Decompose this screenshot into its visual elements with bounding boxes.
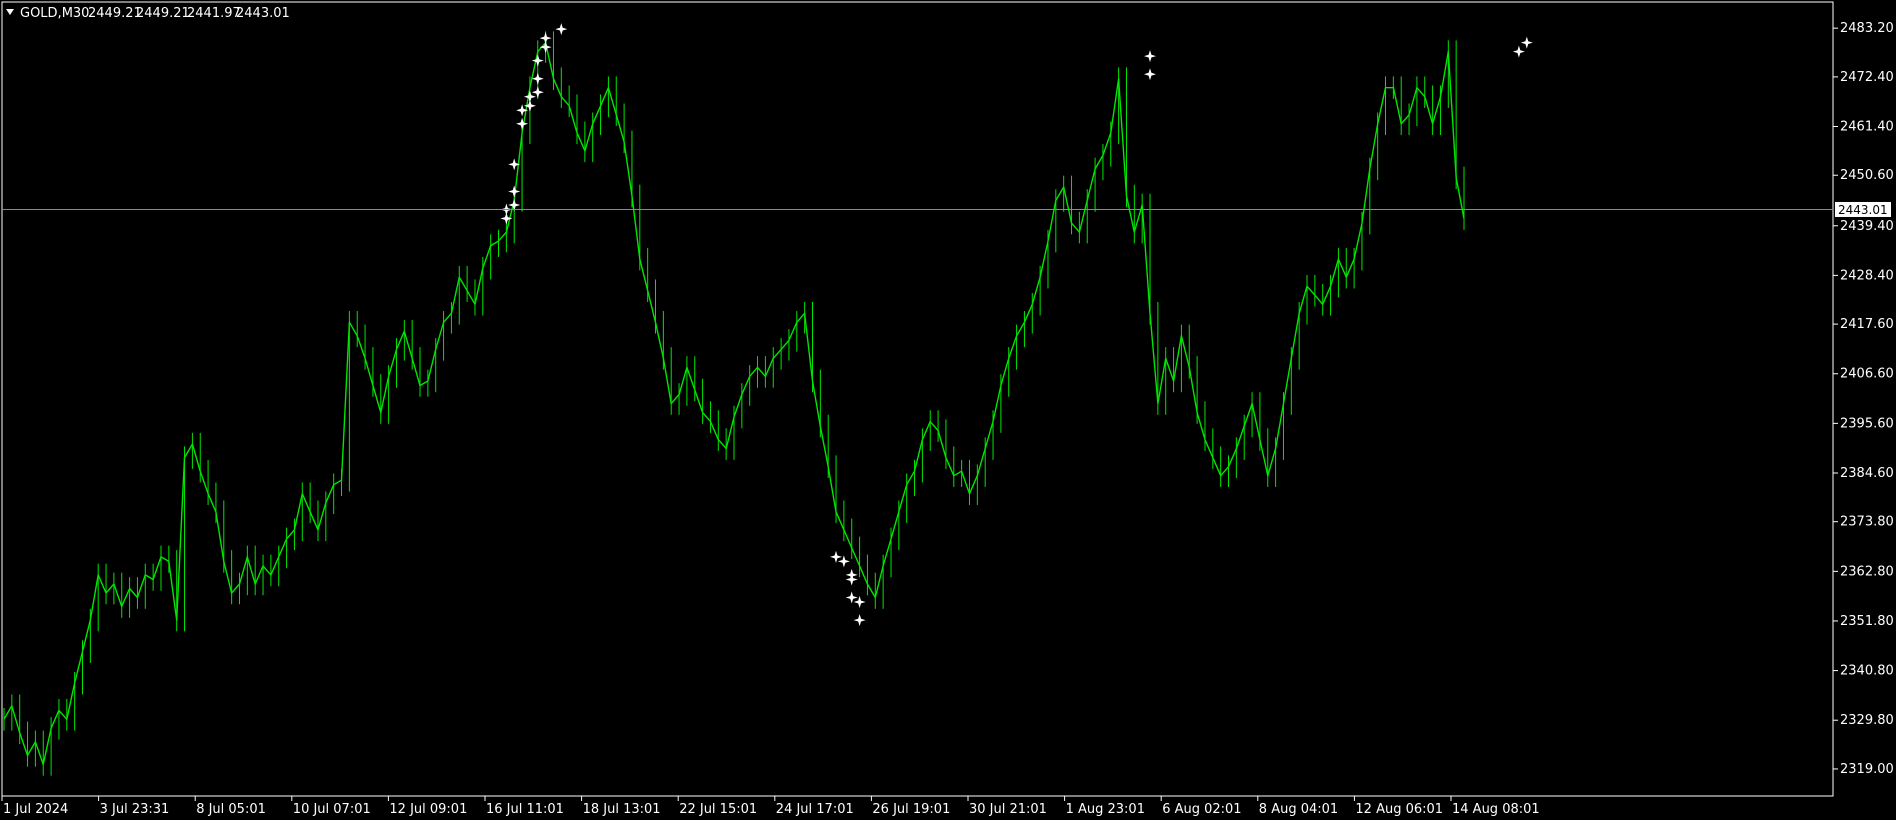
x-tick-label: 1 Aug 23:01: [1066, 802, 1145, 817]
low-value: 2441.97: [187, 6, 241, 21]
x-tick-label: 26 Jul 19:01: [872, 802, 950, 817]
y-tick-label: 2483.20: [1840, 21, 1894, 36]
close-value: 2443.01: [236, 6, 290, 21]
x-tick-label: 24 Jul 17:01: [776, 802, 854, 817]
x-tick-label: 22 Jul 15:01: [679, 802, 757, 817]
x-tick-label: 16 Jul 11:01: [486, 802, 564, 817]
x-tick-label: 3 Jul 23:31: [100, 802, 170, 817]
chart-header: GOLD,M30 2449.21 2449.21 2441.97 2443.01: [6, 6, 290, 21]
chart-background: [0, 0, 1896, 820]
y-tick-label: 2417.60: [1840, 317, 1894, 332]
y-tick-label: 2329.80: [1840, 713, 1894, 728]
y-tick-label: 2428.40: [1840, 268, 1894, 283]
y-tick-label: 2384.60: [1840, 466, 1894, 481]
x-tick-label: 10 Jul 07:01: [293, 802, 371, 817]
y-tick-label: 2439.40: [1840, 219, 1894, 234]
x-tick-label: 18 Jul 13:01: [583, 802, 661, 817]
x-tick-label: 12 Jul 09:01: [389, 802, 467, 817]
y-tick-label: 2406.60: [1840, 367, 1894, 382]
high-value: 2449.21: [136, 6, 190, 21]
y-tick-label: 2340.80: [1840, 664, 1894, 679]
x-tick-label: 8 Jul 05:01: [196, 802, 266, 817]
y-tick-label: 2351.80: [1840, 614, 1894, 629]
y-tick-label: 2472.40: [1840, 70, 1894, 85]
x-tick-label: 8 Aug 04:01: [1259, 802, 1338, 817]
y-tick-label: 2395.60: [1840, 416, 1894, 431]
symbol-label: GOLD,M30: [20, 6, 89, 21]
y-tick-label: 2461.40: [1840, 120, 1894, 135]
x-tick-label: 12 Aug 06:01: [1355, 802, 1443, 817]
y-tick-label: 2450.60: [1840, 168, 1894, 183]
x-tick-label: 6 Aug 02:01: [1162, 802, 1241, 817]
y-tick-label: 2373.80: [1840, 515, 1894, 530]
y-tick-label: 2362.80: [1840, 564, 1894, 579]
current-price-label: 2443.01: [1838, 203, 1888, 217]
x-tick-label: 1 Jul 2024: [3, 802, 68, 817]
price-chart[interactable]: GOLD,M30 2449.21 2449.21 2441.97 2443.01…: [0, 0, 1896, 820]
x-tick-label: 30 Jul 21:01: [969, 802, 1047, 817]
current-price-box: 2443.01: [1835, 201, 1891, 217]
open-value: 2449.21: [88, 6, 142, 21]
y-tick-label: 2319.00: [1840, 762, 1894, 777]
x-tick-label: 14 Aug 08:01: [1452, 802, 1540, 817]
